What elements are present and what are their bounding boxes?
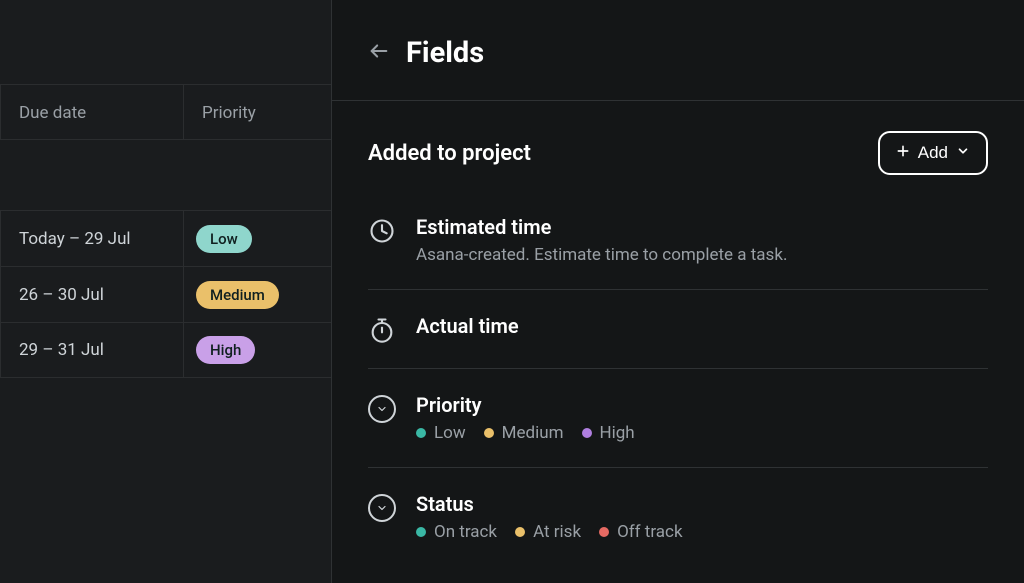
option-at-risk: At risk [515,522,581,542]
field-description: Asana-created. Estimate time to complete… [416,245,988,265]
option-medium: Medium [484,423,564,443]
field-title: Priority [416,393,988,417]
section-title: Added to project [368,141,531,166]
add-field-button[interactable]: Add [878,131,988,175]
back-arrow-icon[interactable] [368,40,390,66]
due-date-cell[interactable]: Today – 29 Jul [0,211,184,266]
plus-icon [896,143,910,163]
option-high: High [582,423,635,443]
chevron-circle-icon [368,395,396,423]
priority-cell[interactable]: High [184,323,330,377]
priority-pill-high: High [196,336,255,364]
field-options: Low Medium High [416,423,988,443]
priority-pill-low: Low [196,225,252,253]
option-off-track: Off track [599,522,683,542]
panel-header: Fields [332,0,1024,101]
due-date-cell[interactable]: 29 – 31 Jul [0,323,184,377]
panel-title: Fields [406,36,484,70]
priority-pill-medium: Medium [196,281,279,309]
priority-cell[interactable]: Medium [184,267,330,322]
clock-icon [368,217,396,245]
table-header-row: Due date Priority [0,84,331,140]
chevron-down-icon [956,143,970,163]
table-body: Today – 29 Jul Low 26 – 30 Jul Medium 29… [0,210,331,378]
priority-cell[interactable]: Low [184,211,330,266]
fields-panel: Fields Added to project Add Estimated ti… [332,0,1024,583]
column-header-priority[interactable]: Priority [184,85,330,139]
field-list: Estimated time Asana-created. Estimate t… [332,191,1024,566]
table-row[interactable]: Today – 29 Jul Low [0,210,331,266]
field-item-status[interactable]: Status On track At risk Off track [368,468,988,566]
option-on-track: On track [416,522,497,542]
table-row[interactable]: 29 – 31 Jul High [0,322,331,378]
section-header: Added to project Add [332,101,1024,191]
color-dot [515,527,525,537]
field-title: Actual time [416,314,988,338]
option-low: Low [416,423,466,443]
color-dot [484,428,494,438]
background-table: Due date Priority Today – 29 Jul Low 26 … [0,0,332,583]
field-item-estimated-time[interactable]: Estimated time Asana-created. Estimate t… [368,191,988,290]
color-dot [582,428,592,438]
field-item-priority[interactable]: Priority Low Medium High [368,369,988,468]
field-item-actual-time[interactable]: Actual time [368,290,988,369]
due-date-cell[interactable]: 26 – 30 Jul [0,267,184,322]
chevron-circle-icon [368,494,396,522]
field-title: Estimated time [416,215,988,239]
table-row[interactable]: 26 – 30 Jul Medium [0,266,331,322]
color-dot [599,527,609,537]
color-dot [416,428,426,438]
stopwatch-icon [368,316,396,344]
field-title: Status [416,492,988,516]
add-button-label: Add [918,143,948,163]
field-options: On track At risk Off track [416,522,988,542]
color-dot [416,527,426,537]
column-header-due-date[interactable]: Due date [0,85,184,139]
